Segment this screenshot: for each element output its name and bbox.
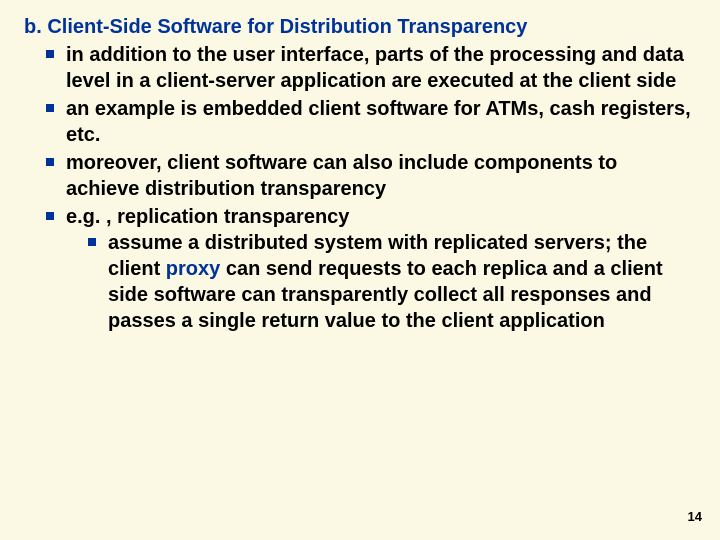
proxy-term: proxy xyxy=(166,258,220,280)
page-number: 14 xyxy=(688,509,702,524)
list-item: an example is embedded client software f… xyxy=(66,96,696,148)
list-item-text: e.g. , replication transparency xyxy=(66,206,349,228)
nested-bullet-list: assume a distributed system with replica… xyxy=(66,230,696,334)
list-item: moreover, client software can also inclu… xyxy=(66,150,696,202)
section-heading: b. Client-Side Software for Distribution… xyxy=(24,14,696,40)
list-item: assume a distributed system with replica… xyxy=(108,230,696,334)
bullet-list: in addition to the user interface, parts… xyxy=(24,42,696,334)
list-item: in addition to the user interface, parts… xyxy=(66,42,696,94)
list-item: e.g. , replication transparency assume a… xyxy=(66,204,696,334)
